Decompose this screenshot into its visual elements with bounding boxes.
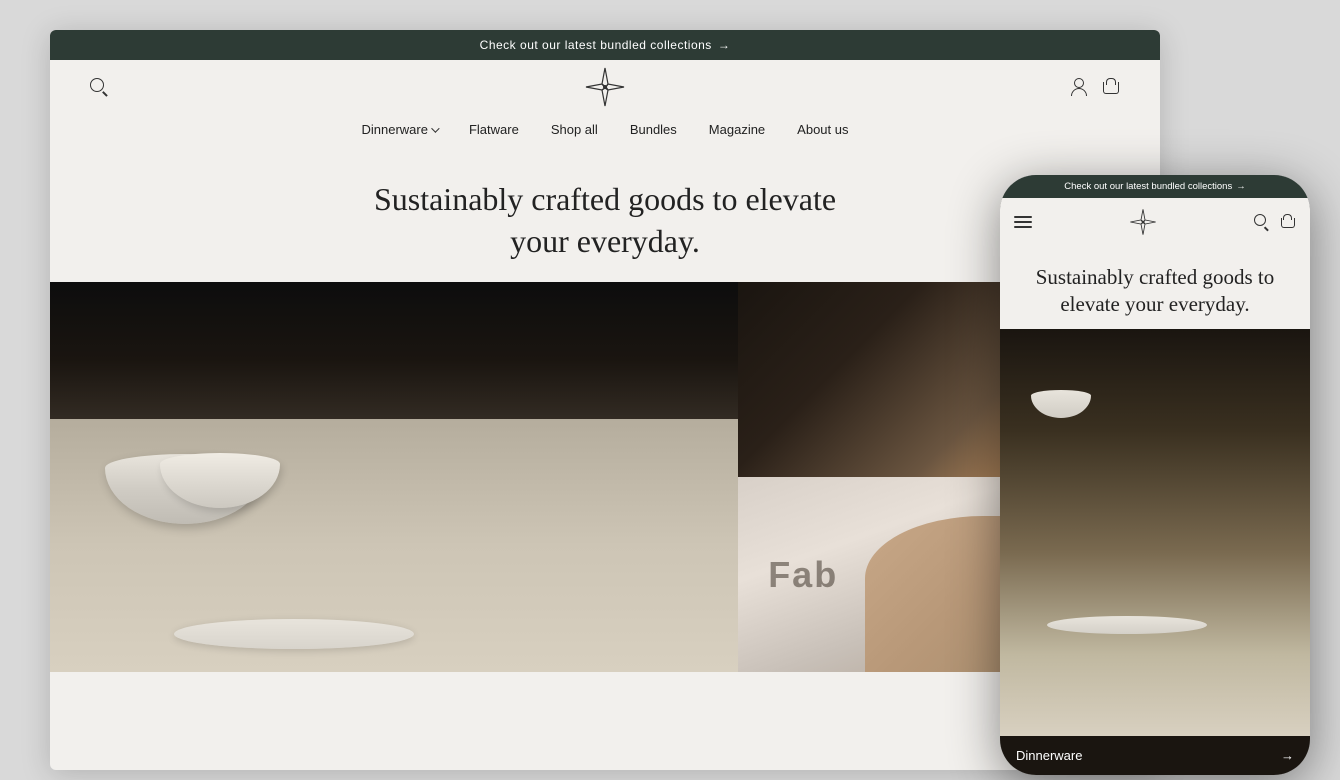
phone-logo-icon	[1129, 208, 1157, 236]
chevron-down-icon	[431, 124, 439, 132]
phone-cart-icon[interactable]	[1280, 214, 1296, 230]
hero-headline-line1: Sustainably crafted goods to elevate	[374, 181, 836, 217]
phone-mockup: Check out our latest bundled collections…	[1000, 175, 1310, 775]
header	[50, 60, 1160, 114]
nav-item-magazine[interactable]: Magazine	[709, 122, 765, 137]
phone-nav-icons	[1254, 214, 1296, 230]
phone-hero-text-content: Sustainably crafted goods to elevate you…	[1036, 265, 1275, 316]
nav-label-bundles: Bundles	[630, 122, 677, 137]
phone-image-inner	[1000, 329, 1310, 736]
phone-announcement-bar: Check out our latest bundled collections…	[1000, 175, 1310, 198]
logo-icon	[584, 66, 626, 108]
page-container: Check out our latest bundled collections…	[0, 0, 1340, 780]
logo-area[interactable]	[584, 66, 626, 108]
cart-icon[interactable]	[1102, 78, 1120, 96]
nav-label-aboutus: About us	[797, 122, 848, 137]
desktop-browser: Check out our latest bundled collections…	[50, 30, 1160, 770]
phone-plate	[1047, 616, 1207, 634]
hero-images: Fab	[50, 282, 1160, 672]
nav-item-bundles[interactable]: Bundles	[630, 122, 677, 137]
phone-hero-image	[1000, 329, 1310, 736]
header-right	[1070, 78, 1120, 96]
phone-hero-headline: Sustainably crafted goods to elevate you…	[1000, 246, 1310, 329]
announcement-bar[interactable]: Check out our latest bundled collections…	[50, 30, 1160, 60]
phone-footer-arrow: →	[1281, 748, 1294, 763]
hero-headline: Sustainably crafted goods to elevate you…	[50, 151, 1160, 282]
nav-item-flatware[interactable]: Flatware	[469, 122, 519, 137]
menu-icon[interactable]	[1014, 216, 1032, 227]
phone-search-icon[interactable]	[1254, 214, 1270, 230]
search-icon[interactable]	[90, 78, 108, 96]
user-icon[interactable]	[1070, 78, 1088, 96]
phone-footer-label: Dinnerware	[1016, 748, 1082, 763]
announcement-arrow: →	[718, 38, 731, 52]
nav-item-shopall[interactable]: Shop all	[551, 122, 598, 137]
plate-main	[174, 619, 414, 649]
header-left	[90, 78, 108, 96]
nav-label-dinnerware: Dinnerware	[361, 122, 427, 137]
navigation: Dinnerware Flatware Shop all Bundles Mag…	[50, 114, 1160, 151]
nav-label-flatware: Flatware	[469, 122, 519, 137]
hero-headline-line2: your everyday.	[510, 223, 700, 259]
phone-header	[1000, 198, 1310, 246]
main-image-content	[50, 282, 738, 672]
nav-label-magazine: Magazine	[709, 122, 765, 137]
fable-text: Fab	[768, 554, 838, 596]
nav-label-shopall: Shop all	[551, 122, 598, 137]
phone-announcement-arrow: →	[1236, 181, 1246, 192]
phone-announcement-text: Check out our latest bundled collections	[1064, 181, 1232, 192]
phone-inner: Check out our latest bundled collections…	[1000, 175, 1310, 775]
hero-image-main	[50, 282, 738, 672]
announcement-text: Check out our latest bundled collections	[480, 38, 712, 52]
phone-bowl	[1031, 390, 1091, 418]
nav-item-aboutus[interactable]: About us	[797, 122, 848, 137]
phone-footer-bar[interactable]: Dinnerware →	[1000, 736, 1310, 775]
nav-item-dinnerware[interactable]: Dinnerware	[361, 122, 436, 137]
